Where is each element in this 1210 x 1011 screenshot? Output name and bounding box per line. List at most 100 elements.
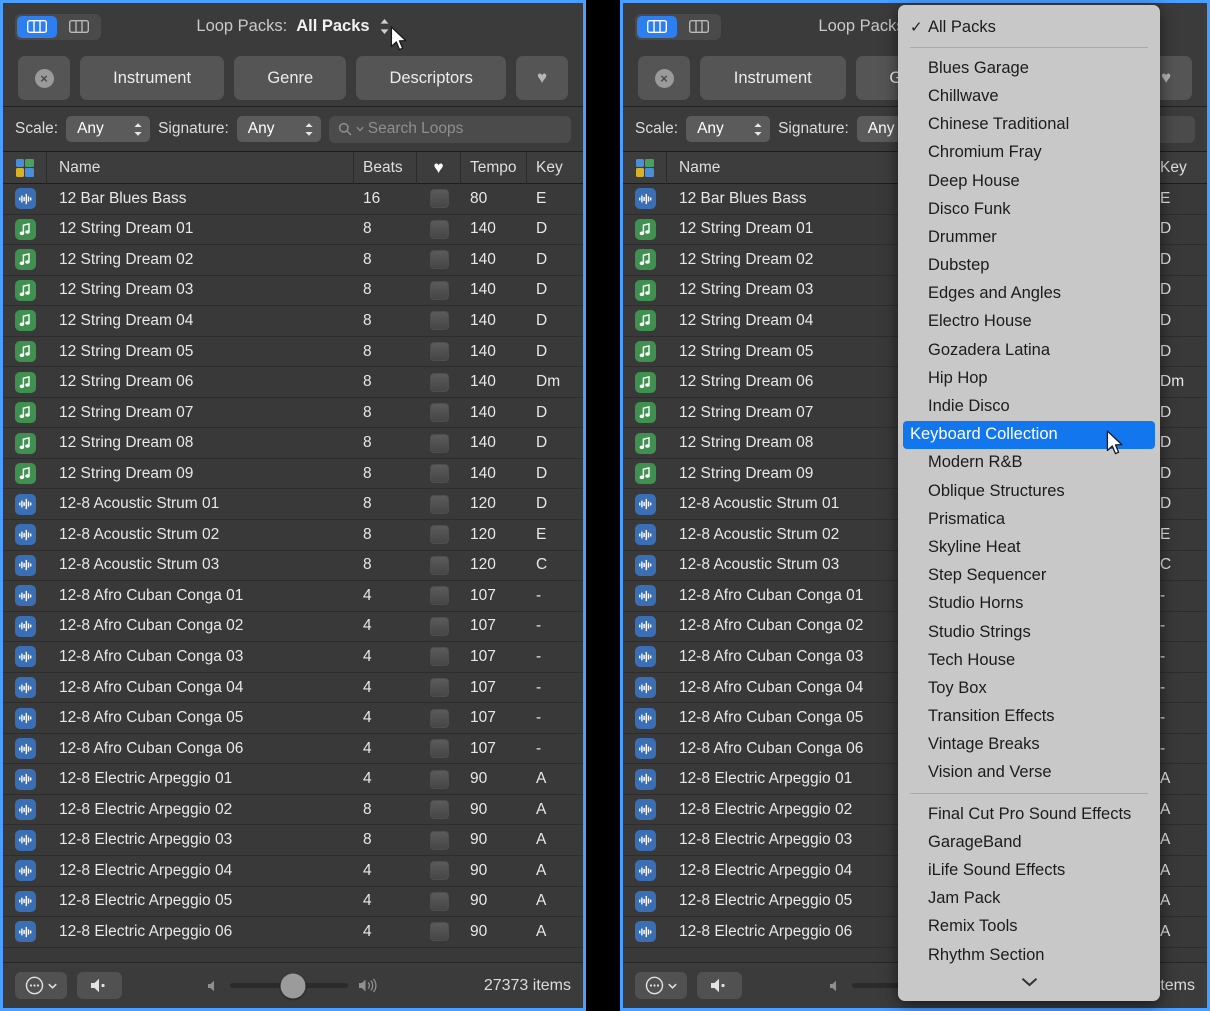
menu-item-chromium-fray[interactable]: Chromium Fray <box>898 139 1160 167</box>
menu-item-gozadera-latina[interactable]: Gozadera Latina <box>898 336 1160 364</box>
table-row[interactable]: 12 String Dream 038140D <box>3 276 583 307</box>
menu-item-edges-and-angles[interactable]: Edges and Angles <box>898 280 1160 308</box>
loop-favorite-checkbox[interactable] <box>417 184 461 214</box>
menu-item-modern-r-b[interactable]: Modern R&B <box>898 449 1160 477</box>
column-header-icon-right[interactable] <box>623 152 667 184</box>
table-row[interactable]: 12-8 Acoustic Strum 018120D <box>3 489 583 520</box>
table-row[interactable]: 12-8 Electric Arpeggio 05490A <box>3 887 583 918</box>
filter-instrument-button[interactable]: Instrument <box>80 56 224 100</box>
menu-item-remix-tools[interactable]: Remix Tools <box>898 913 1160 941</box>
table-row[interactable]: 12-8 Electric Arpeggio 04490A <box>3 856 583 887</box>
mute-preview-button-right[interactable] <box>697 972 742 999</box>
table-row[interactable]: 12 String Dream 058140D <box>3 337 583 368</box>
menu-item-studio-strings[interactable]: Studio Strings <box>898 618 1160 646</box>
table-row[interactable]: 12-8 Afro Cuban Conga 054107- <box>3 703 583 734</box>
table-row[interactable]: 12-8 Afro Cuban Conga 034107- <box>3 642 583 673</box>
loop-favorite-checkbox[interactable] <box>417 276 461 306</box>
view-mode-segmented-control[interactable] <box>15 14 101 40</box>
menu-item-prismatica[interactable]: Prismatica <box>898 505 1160 533</box>
table-row[interactable]: 12-8 Afro Cuban Conga 044107- <box>3 673 583 704</box>
menu-item-studio-horns[interactable]: Studio Horns <box>898 590 1160 618</box>
menu-scroll-down-button[interactable] <box>898 969 1160 995</box>
loop-favorite-checkbox[interactable] <box>417 917 461 947</box>
loop-favorite-checkbox[interactable] <box>417 551 461 581</box>
table-row[interactable]: 12-8 Acoustic Strum 038120C <box>3 551 583 582</box>
loop-favorite-checkbox[interactable] <box>417 673 461 703</box>
loop-favorite-checkbox[interactable] <box>417 428 461 458</box>
filter-favorites-button[interactable]: ♥ <box>516 56 568 100</box>
menu-item-rhythm-section[interactable]: Rhythm Section <box>898 941 1160 969</box>
scale-select-right[interactable]: Any <box>686 116 770 142</box>
column-view-button[interactable] <box>59 16 99 38</box>
volume-track[interactable] <box>230 983 348 988</box>
filter-instrument-button-right[interactable]: Instrument <box>700 56 846 100</box>
list-view-button-right[interactable] <box>637 16 677 38</box>
table-row[interactable]: 12-8 Electric Arpeggio 03890A <box>3 825 583 856</box>
menu-item-skyline-heat[interactable]: Skyline Heat <box>898 533 1160 561</box>
table-row[interactable]: 12-8 Electric Arpeggio 01490A <box>3 764 583 795</box>
loop-favorite-checkbox[interactable] <box>417 825 461 855</box>
column-view-button-right[interactable] <box>679 16 719 38</box>
loop-favorite-checkbox[interactable] <box>417 245 461 275</box>
loop-favorite-checkbox[interactable] <box>417 337 461 367</box>
loop-favorite-checkbox[interactable] <box>417 367 461 397</box>
loop-favorite-checkbox[interactable] <box>417 887 461 917</box>
table-row[interactable]: 12 String Dream 068140Dm <box>3 367 583 398</box>
column-header-tempo[interactable]: Tempo <box>461 152 527 184</box>
column-header-icon[interactable] <box>3 152 47 184</box>
table-row[interactable]: 12-8 Electric Arpeggio 02890A <box>3 795 583 826</box>
loop-favorite-checkbox[interactable] <box>417 520 461 550</box>
menu-item-tech-house[interactable]: Tech House <box>898 646 1160 674</box>
filter-genre-button[interactable]: Genre <box>234 56 346 100</box>
signature-select[interactable]: Any <box>237 116 321 142</box>
column-header-beats[interactable]: Beats <box>354 152 417 184</box>
menu-item-oblique-structures[interactable]: Oblique Structures <box>898 477 1160 505</box>
volume-knob[interactable] <box>281 973 306 998</box>
table-row[interactable]: 12-8 Electric Arpeggio 06490A <box>3 917 583 948</box>
menu-item-all-packs[interactable]: ✓All Packs <box>898 13 1160 41</box>
table-row[interactable]: 12 String Dream 028140D <box>3 245 583 276</box>
loop-packs-stepper[interactable] <box>379 18 390 35</box>
menu-item-vision-and-verse[interactable]: Vision and Verse <box>898 759 1160 787</box>
menu-item-indie-disco[interactable]: Indie Disco <box>898 392 1160 420</box>
menu-item-drummer[interactable]: Drummer <box>898 223 1160 251</box>
table-row[interactable]: 12-8 Acoustic Strum 028120E <box>3 520 583 551</box>
menu-item-deep-house[interactable]: Deep House <box>898 167 1160 195</box>
loop-favorite-checkbox[interactable] <box>417 215 461 245</box>
loop-options-button[interactable] <box>15 972 67 999</box>
menu-item-garageband[interactable]: GarageBand <box>898 828 1160 856</box>
loop-packs-dropdown-menu[interactable]: ✓All Packs Blues GarageChillwaveChinese T… <box>898 5 1160 1001</box>
filter-descriptors-button[interactable]: Descriptors <box>356 56 506 100</box>
loop-favorite-checkbox[interactable] <box>417 734 461 764</box>
loop-favorite-checkbox[interactable] <box>417 642 461 672</box>
loop-packs-value[interactable]: All Packs <box>296 17 369 36</box>
menu-item-jam-pack[interactable]: Jam Pack <box>898 885 1160 913</box>
menu-item-chinese-traditional[interactable]: Chinese Traditional <box>898 111 1160 139</box>
menu-item-disco-funk[interactable]: Disco Funk <box>898 195 1160 223</box>
loop-favorite-checkbox[interactable] <box>417 459 461 489</box>
menu-item-dubstep[interactable]: Dubstep <box>898 252 1160 280</box>
table-row[interactable]: 12 String Dream 098140D <box>3 459 583 490</box>
menu-item-ilife-sound-effects[interactable]: iLife Sound Effects <box>898 856 1160 884</box>
menu-item-keyboard-collection[interactable]: Keyboard Collection <box>903 421 1155 449</box>
table-row[interactable]: 12 String Dream 078140D <box>3 398 583 429</box>
loop-favorite-checkbox[interactable] <box>417 581 461 611</box>
loop-favorite-checkbox[interactable] <box>417 612 461 642</box>
loop-favorite-checkbox[interactable] <box>417 489 461 519</box>
loop-favorite-checkbox[interactable] <box>417 306 461 336</box>
menu-item-transition-effects[interactable]: Transition Effects <box>898 703 1160 731</box>
loop-favorite-checkbox[interactable] <box>417 764 461 794</box>
menu-item-final-cut-pro-sound-effects[interactable]: Final Cut Pro Sound Effects <box>898 800 1160 828</box>
scale-select[interactable]: Any <box>66 116 150 142</box>
menu-item-toy-box[interactable]: Toy Box <box>898 674 1160 702</box>
table-row[interactable]: 12 String Dream 088140D <box>3 428 583 459</box>
menu-item-hip-hop[interactable]: Hip Hop <box>898 364 1160 392</box>
table-row[interactable]: 12-8 Afro Cuban Conga 064107- <box>3 734 583 765</box>
menu-item-chillwave[interactable]: Chillwave <box>898 82 1160 110</box>
table-row[interactable]: 12 String Dream 048140D <box>3 306 583 337</box>
mute-preview-button[interactable] <box>77 972 122 999</box>
clear-filters-button-right[interactable]: × <box>638 56 690 100</box>
table-row[interactable]: 12-8 Afro Cuban Conga 014107- <box>3 581 583 612</box>
table-row[interactable]: 12 String Dream 018140D <box>3 215 583 246</box>
menu-item-blues-garage[interactable]: Blues Garage <box>898 54 1160 82</box>
